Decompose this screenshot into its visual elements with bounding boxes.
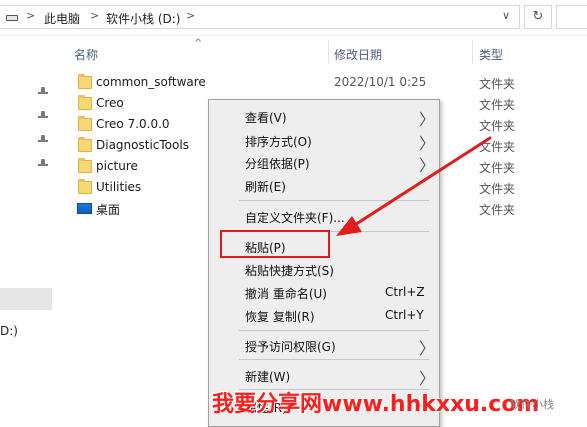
- watermark-small-text: 软件小栈: [510, 398, 554, 411]
- watermark-text: 我要分享网www.hhkxxu.com: [212, 392, 540, 417]
- annotation-arrow: [336, 136, 492, 236]
